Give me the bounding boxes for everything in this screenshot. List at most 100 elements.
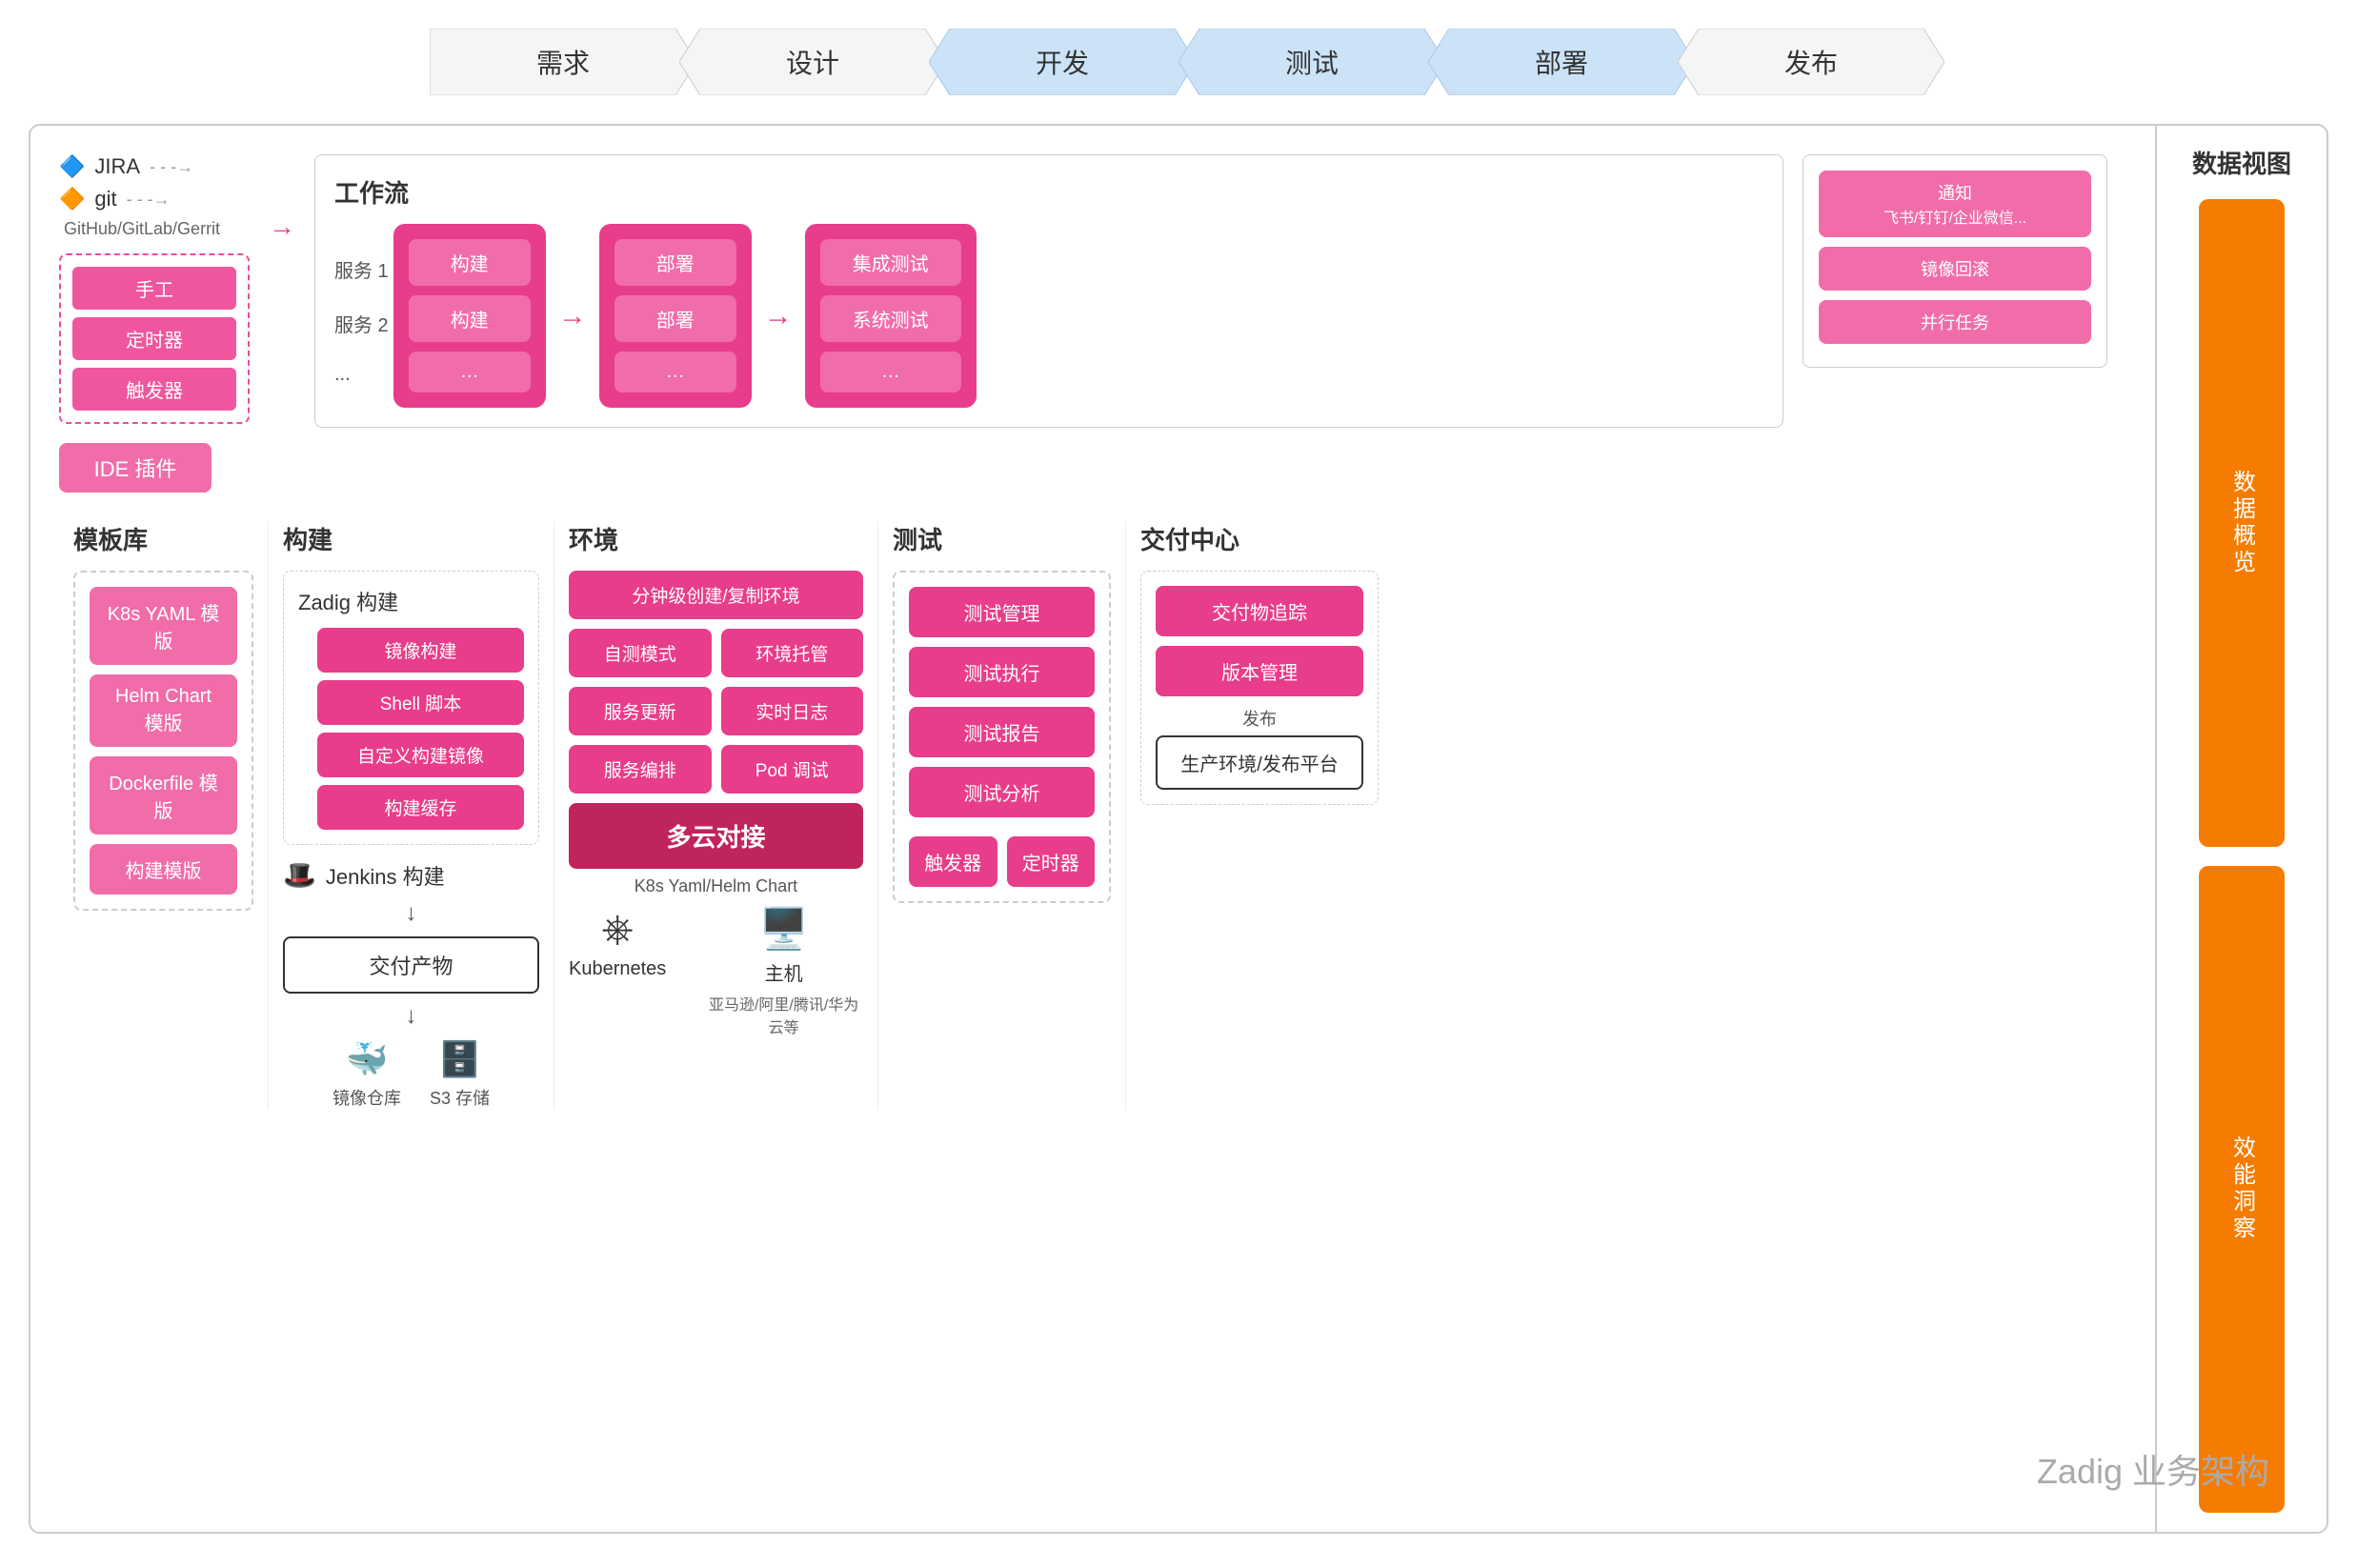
- trigger-btn-item[interactable]: 触发器: [72, 368, 236, 411]
- env-pod-debug: Pod 调试: [721, 745, 864, 794]
- docker-icon: 🐳: [346, 1039, 389, 1079]
- data-insight-btn[interactable]: 效能洞察: [2199, 866, 2285, 1514]
- test-item-2[interactable]: 测试报告: [909, 707, 1095, 757]
- host-item: 🖥️ 主机 亚马逊/阿里/腾讯/华为云等: [704, 906, 863, 1037]
- build-item-3: …: [409, 352, 531, 392]
- template-item-1[interactable]: Helm Chart 模版: [90, 674, 237, 747]
- jira-arrow: - - -→: [150, 157, 193, 177]
- build-group: 构建 构建 …: [393, 224, 546, 408]
- zadig-item-2[interactable]: 自定义构建镜像: [317, 733, 524, 777]
- zadig-item-1[interactable]: Shell 脚本: [317, 680, 524, 725]
- workflow-box: 工作流 服务 1 服务 2 ... 构建 构建 … → 部署 部署: [314, 154, 1783, 428]
- test-item-2: 系统测试: [820, 295, 961, 342]
- workflow-flow: 服务 1 服务 2 ... 构建 构建 … → 部署 部署 … →: [334, 224, 1763, 408]
- flow-arrow-2: →: [764, 300, 793, 332]
- env-title: 环境: [569, 521, 863, 556]
- test-item-1: 集成测试: [820, 239, 961, 286]
- main-box: 🔷 JIRA - - -→ 🔶 git - - -→ GitHub/GitLab…: [29, 124, 2328, 1534]
- ide-plugin-btn[interactable]: IDE 插件: [59, 443, 212, 493]
- image-repo-item: 🐳 镜像仓库: [332, 1039, 401, 1110]
- top-section: 🔷 JIRA - - -→ 🔶 git - - -→ GitHub/GitLab…: [59, 154, 2298, 493]
- deploy-item-1: 部署: [614, 239, 736, 286]
- bottom-row: 模板库 K8s YAML 模版 Helm Chart 模版 Dockerfile 模…: [59, 521, 2298, 1110]
- delivery-center-section: 交付中心 交付物追踪版本管理 发布 生产环境/发布平台: [1126, 521, 1393, 1110]
- s3-icon: 🗄️: [438, 1039, 481, 1079]
- delivery-item-0[interactable]: 交付物追踪: [1156, 586, 1363, 636]
- env-row-2: 服务更新 实时日志: [569, 687, 863, 735]
- test-item-3[interactable]: 测试分析: [909, 767, 1095, 817]
- env-realtime-log: 实时日志: [721, 687, 864, 735]
- deploy-item-3: …: [614, 352, 736, 392]
- build-item-2: 构建: [409, 295, 531, 342]
- github-label: GitHub/GitLab/Gerrit: [59, 219, 250, 239]
- test-bottom-row: 触发器定时器: [909, 836, 1095, 887]
- s3-storage-item: 🗄️ S3 存储: [430, 1039, 490, 1110]
- delivery-center-inner: 交付物追踪版本管理 发布 生产环境/发布平台: [1140, 571, 1379, 805]
- jenkins-row: 🎩 Jenkins 构建: [283, 859, 539, 891]
- zadig-build-items: 镜像构建 Shell 脚本自定义构建镜像构建缓存: [298, 628, 524, 830]
- test-item-0[interactable]: 测试管理: [909, 587, 1095, 637]
- test-bottom-1[interactable]: 定时器: [1007, 836, 1096, 887]
- env-self-test: 自测模式: [569, 629, 712, 677]
- delivery-box: 交付产物: [283, 936, 539, 994]
- notif-title: 通知: [1828, 180, 2082, 205]
- jira-icon: 🔷: [59, 154, 85, 179]
- k8s-label: K8s Yaml/Helm Chart: [569, 876, 863, 896]
- env-row-3: 服务编排 Pod 调试: [569, 745, 863, 794]
- pipeline-step-4: 部署: [1428, 29, 1695, 95]
- template-title: 模板库: [73, 521, 253, 556]
- notif-item-main: 通知 飞书/钉钉/企业微信...: [1819, 171, 2091, 237]
- data-view-panel: 数据视图 数据概览 效能洞察: [2155, 126, 2327, 1532]
- test-item-1[interactable]: 测试执行: [909, 647, 1095, 697]
- data-view-title: 数据视图: [2192, 145, 2291, 180]
- timer-btn[interactable]: 定时器: [72, 317, 236, 360]
- env-grid: 分钟级创建/复制环境 自测模式 环境托管 服务更新 实时日志 服务编排 Pod …: [569, 571, 863, 869]
- jira-logo: 🔷 JIRA - - -→: [59, 154, 250, 179]
- template-item-0[interactable]: K8s YAML 模版: [90, 587, 237, 665]
- git-logo: 🔶 git - - -→: [59, 187, 250, 211]
- parallel-item: 并行任务: [1819, 300, 2091, 344]
- flow-arrow-1: →: [558, 300, 587, 332]
- jenkins-title: Jenkins 构建: [326, 860, 445, 891]
- delivery-item-1[interactable]: 版本管理: [1156, 646, 1363, 696]
- git-arrow: - - -→: [127, 190, 171, 210]
- pipeline-step-5: 发布: [1678, 29, 1944, 95]
- environment-section: 环境 分钟级创建/复制环境 自测模式 环境托管 服务更新 实时日志 服务编排 P…: [554, 521, 878, 1110]
- pipeline-step-1: 设计: [679, 29, 946, 95]
- test-section: 测试 测试管理测试执行测试报告测试分析触发器定时器: [878, 521, 1126, 1110]
- build-inner: Zadig 构建 镜像构建Shell 脚本自定义构建镜像构建缓存: [283, 571, 539, 845]
- host-label: 主机: [765, 958, 803, 986]
- manual-btn[interactable]: 手工: [72, 267, 236, 310]
- data-overview-btn[interactable]: 数据概览: [2199, 199, 2285, 847]
- zadig-item-3[interactable]: 构建缓存: [317, 785, 524, 830]
- host-icon: 🖥️: [759, 906, 809, 953]
- template-list: K8s YAML 模版 Helm Chart 模版 Dockerfile 模版构建模…: [73, 571, 253, 911]
- k8s-row: ⎈ Kubernetes 🖥️ 主机 亚马逊/阿里/腾讯/华为云等: [569, 906, 863, 1037]
- down-arrow-2: ↓: [283, 1003, 539, 1030]
- notif-subtitle: 飞书/钉钉/企业微信...: [1828, 205, 2082, 228]
- test-bottom-0[interactable]: 触发器: [909, 836, 997, 887]
- kubernetes-icon: ⎈: [601, 906, 634, 953]
- build-title: 构建: [283, 521, 539, 556]
- template-section: 模板库 K8s YAML 模版 Helm Chart 模版 Dockerfile 模…: [59, 521, 269, 1110]
- template-item-2[interactable]: Dockerfile 模版: [90, 756, 237, 834]
- template-item-3[interactable]: 构建模版: [90, 844, 237, 895]
- deploy-group: 部署 部署 …: [599, 224, 752, 408]
- pipeline-step-2: 开发: [929, 29, 1196, 95]
- test-title: 测试: [893, 521, 1111, 556]
- artifact-row: 🐳 镜像仓库 🗄️ S3 存储: [283, 1039, 539, 1110]
- jenkins-icon: 🎩: [283, 859, 316, 891]
- git-label: git: [94, 187, 116, 211]
- trigger-box: 手工 定时器 触发器: [59, 253, 250, 424]
- env-multi-cloud: 多云对接: [569, 803, 863, 869]
- kubernetes-item: ⎈ Kubernetes: [569, 906, 666, 1037]
- test-item-3: …: [820, 352, 961, 392]
- s3-label: S3 存储: [430, 1085, 490, 1110]
- source-to-workflow-arrow: →: [269, 154, 295, 242]
- source-section: 🔷 JIRA - - -→ 🔶 git - - -→ GitHub/GitLab…: [59, 154, 250, 493]
- git-icon: 🔶: [59, 187, 85, 211]
- publish-label: 发布: [1156, 706, 1363, 731]
- env-service-update: 服务更新: [569, 687, 712, 735]
- env-minute-create: 分钟级创建/复制环境: [569, 571, 863, 619]
- zadig-item-0[interactable]: 镜像构建: [317, 628, 524, 673]
